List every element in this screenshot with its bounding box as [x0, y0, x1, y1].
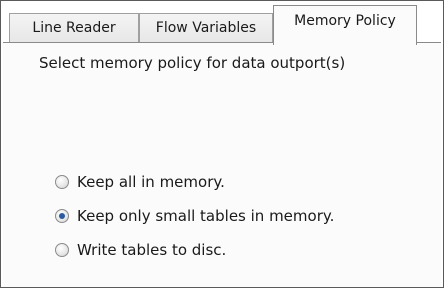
- option-keep-all-in-memory[interactable]: Keep all in memory.: [55, 173, 225, 191]
- dialog-frame: Line Reader Flow Variables Memory Policy…: [0, 0, 444, 288]
- instruction-text: Select memory policy for data outport(s): [39, 54, 346, 72]
- option-write-tables-to-disc[interactable]: Write tables to disc.: [55, 241, 226, 259]
- radio-button[interactable]: [55, 243, 69, 257]
- radio-button-selected[interactable]: [55, 209, 69, 223]
- radio-button[interactable]: [55, 175, 69, 189]
- option-label: Write tables to disc.: [77, 241, 227, 259]
- tab-bar: Line Reader Flow Variables Memory Policy: [3, 3, 441, 51]
- option-keep-small-tables-in-memory[interactable]: Keep only small tables in memory.: [55, 207, 334, 225]
- option-label: Keep only small tables in memory.: [77, 207, 335, 225]
- option-label: Keep all in memory.: [77, 173, 225, 191]
- tab-memory-policy[interactable]: Memory Policy: [273, 5, 417, 45]
